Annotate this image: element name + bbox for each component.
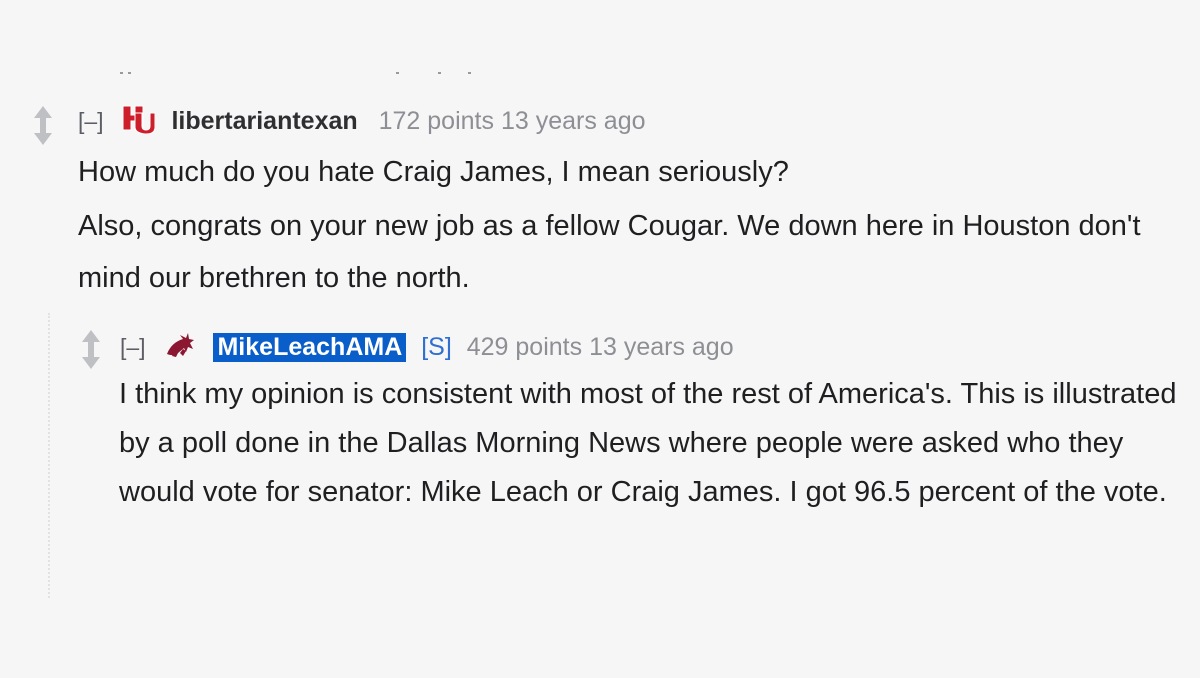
comment-score: 429 points — [466, 333, 583, 362]
comment-reply: [–] MikeLeachAMA [S] 429 points 13 years… — [0, 0, 1200, 600]
comment-author[interactable]: MikeLeachAMA — [213, 333, 407, 363]
vote-controls — [77, 330, 105, 375]
comment-timestamp[interactable]: 13 years ago — [589, 333, 734, 361]
comment-body: I think my opinion is consistent with mo… — [119, 370, 1189, 517]
downvote-arrow-icon[interactable] — [82, 346, 100, 369]
washington-state-cougar-logo-icon — [163, 330, 197, 367]
comment-tagline: [–] MikeLeachAMA [S] 429 points 13 years… — [120, 330, 734, 367]
submitter-tag: [S] — [421, 333, 452, 362]
collapse-toggle[interactable]: [–] — [120, 334, 146, 360]
comment-paragraph: I think my opinion is consistent with mo… — [119, 378, 1177, 508]
upvote-arrow-icon[interactable] — [82, 330, 100, 352]
